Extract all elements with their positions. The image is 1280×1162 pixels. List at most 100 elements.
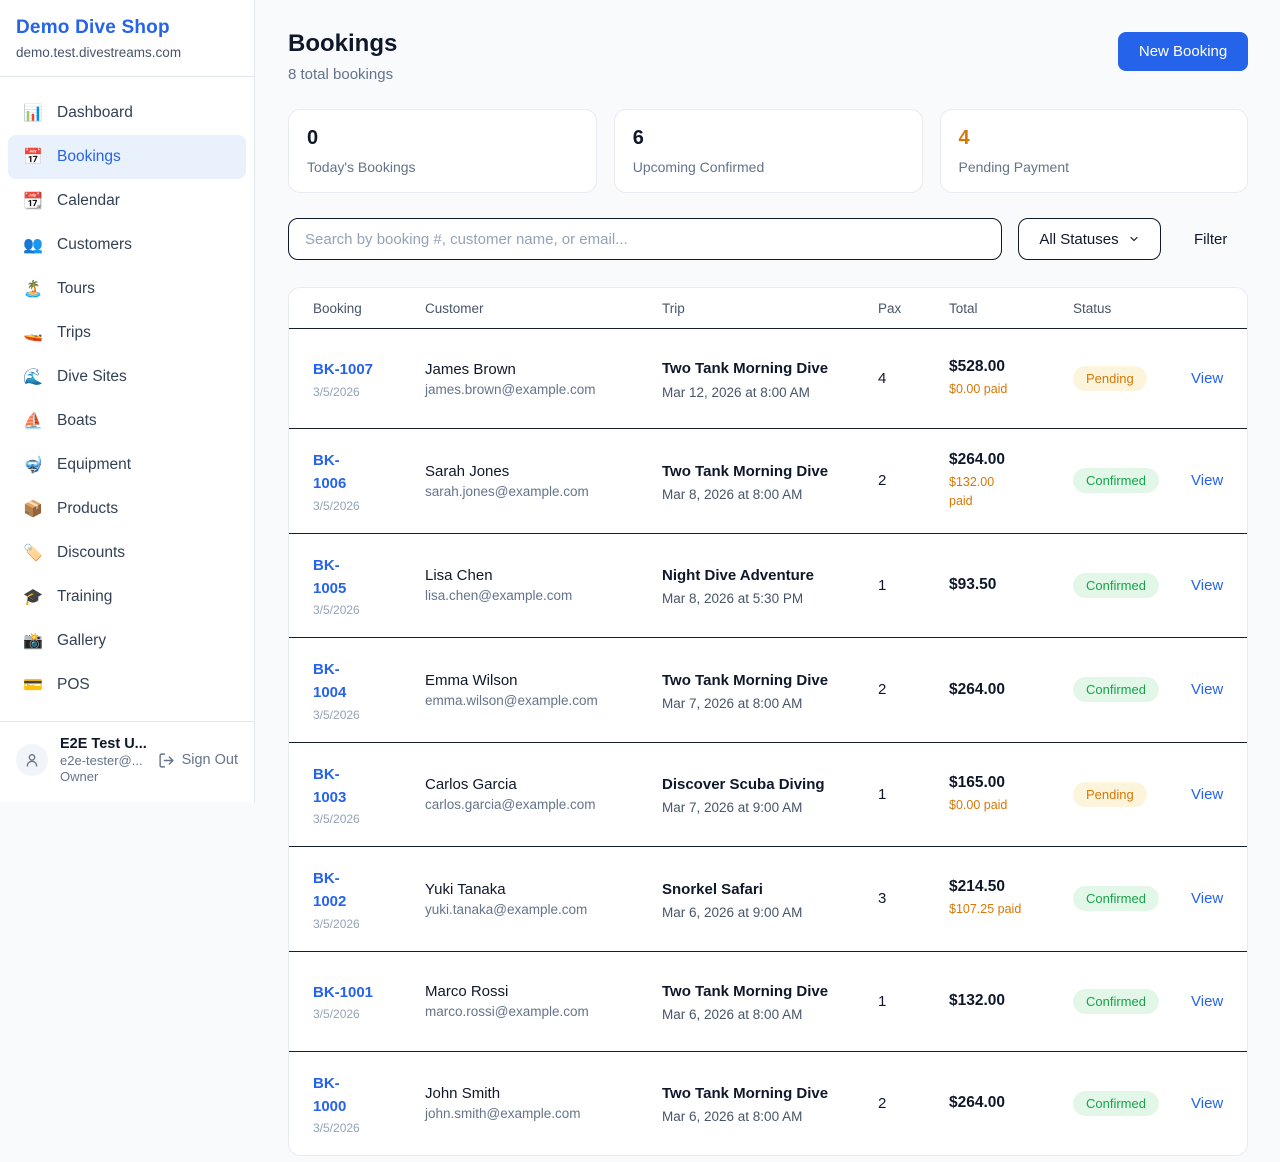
view-link[interactable]: View xyxy=(1191,472,1223,489)
status-badge: Confirmed xyxy=(1073,886,1159,911)
total-cell: $264.00 xyxy=(949,681,1073,699)
trip-cell: Two Tank Morning Dive Mar 7, 2026 at 8:0… xyxy=(662,669,878,711)
sidebar-item-trips[interactable]: 🚤 Trips xyxy=(8,311,246,355)
sidebar-item-training[interactable]: 🎓 Training xyxy=(8,575,246,619)
total-amount: $528.00 xyxy=(949,358,1073,376)
person-icon xyxy=(24,752,40,768)
sidebar-item-dashboard[interactable]: 📊 Dashboard xyxy=(8,91,246,135)
column-header-customer: Customer xyxy=(425,301,662,316)
trip-datetime: Mar 6, 2026 at 9:00 AM xyxy=(662,905,878,920)
page-header: Bookings 8 total bookings New Booking xyxy=(288,30,1248,83)
view-link[interactable]: View xyxy=(1191,1095,1223,1112)
sidebar-item-label: Discounts xyxy=(57,544,125,562)
pax-cell: 2 xyxy=(878,1095,949,1112)
bookings-table: BookingCustomerTripPaxTotalStatus BK-100… xyxy=(288,287,1248,1156)
sidebar-item-customers[interactable]: 👥 Customers xyxy=(8,223,246,267)
pax-cell: 3 xyxy=(878,890,949,907)
sidebar-item-label: Dashboard xyxy=(57,104,133,122)
status-badge: Confirmed xyxy=(1073,573,1159,598)
view-link[interactable]: View xyxy=(1191,890,1223,907)
booking-cell: BK-1001 3/5/2026 xyxy=(313,981,425,1021)
sign-out-button[interactable]: Sign Out xyxy=(158,752,238,769)
trip-cell: Night Dive Adventure Mar 8, 2026 at 5:30… xyxy=(662,564,878,606)
status-badge: Confirmed xyxy=(1073,1091,1159,1116)
bar-chart-icon: 📊 xyxy=(22,103,44,123)
search-input[interactable] xyxy=(288,218,1002,260)
new-booking-button[interactable]: New Booking xyxy=(1118,32,1248,71)
sidebar-item-equipment[interactable]: 🤿 Equipment xyxy=(8,443,246,487)
trip-cell: Two Tank Morning Dive Mar 12, 2026 at 8:… xyxy=(662,357,878,399)
sidebar-item-calendar[interactable]: 📆 Calendar xyxy=(8,179,246,223)
sidebar-item-discounts[interactable]: 🏷️ Discounts xyxy=(8,531,246,575)
pax-cell: 1 xyxy=(878,786,949,803)
status-badge: Pending xyxy=(1073,782,1147,807)
trip-cell: Two Tank Morning Dive Mar 6, 2026 at 8:0… xyxy=(662,1082,878,1124)
sidebar-item-bookings[interactable]: 📅 Bookings xyxy=(8,135,246,179)
booking-id-link[interactable]: BK-1006 xyxy=(313,449,425,496)
user-info: E2E Test U... e2e-tester@... Owner xyxy=(60,736,146,784)
avatar xyxy=(16,744,48,776)
sidebar-item-pos[interactable]: 💳 POS xyxy=(8,663,246,707)
booking-id-link[interactable]: BK-1003 xyxy=(313,763,425,810)
customer-cell: Yuki Tanaka yuki.tanaka@example.com xyxy=(425,881,662,917)
paid-amount: $107.25 paid xyxy=(949,900,1031,919)
status-badge: Pending xyxy=(1073,366,1147,391)
sidebar-item-products[interactable]: 📦 Products xyxy=(8,487,246,531)
user-name: E2E Test U... xyxy=(60,736,146,752)
status-select[interactable]: All Statuses xyxy=(1018,218,1161,260)
booking-date: 3/5/2026 xyxy=(313,603,425,617)
page-title-block: Bookings 8 total bookings xyxy=(288,30,397,83)
booking-date: 3/5/2026 xyxy=(313,499,425,513)
stat-value: 6 xyxy=(633,127,904,150)
customer-name: John Smith xyxy=(425,1085,662,1102)
stat-value: 0 xyxy=(307,127,578,150)
total-amount: $165.00 xyxy=(949,774,1073,792)
trip-datetime: Mar 6, 2026 at 8:00 AM xyxy=(662,1007,878,1022)
sidebar-item-boats[interactable]: ⛵ Boats xyxy=(8,399,246,443)
booking-cell: BK-1007 3/5/2026 xyxy=(313,358,425,398)
sidebar-item-label: Trips xyxy=(57,324,91,342)
view-link[interactable]: View xyxy=(1191,786,1223,803)
table-row: BK-1006 3/5/2026 Sarah Jones sarah.jones… xyxy=(289,429,1247,534)
booking-id-link[interactable]: BK-1002 xyxy=(313,867,425,914)
status-badge: Confirmed xyxy=(1073,989,1159,1014)
trip-name: Two Tank Morning Dive xyxy=(662,1082,832,1105)
view-link[interactable]: View xyxy=(1191,993,1223,1010)
booking-id-link[interactable]: BK-1007 xyxy=(313,358,425,381)
camera-icon: 📸 xyxy=(22,631,44,651)
view-link[interactable]: View xyxy=(1191,681,1223,698)
sidebar-item-tours[interactable]: 🏝️ Tours xyxy=(8,267,246,311)
booking-date: 3/5/2026 xyxy=(313,1007,425,1021)
filter-button[interactable]: Filter xyxy=(1194,231,1227,248)
booking-date: 3/5/2026 xyxy=(313,917,425,931)
trip-datetime: Mar 12, 2026 at 8:00 AM xyxy=(662,385,878,400)
sign-out-label: Sign Out xyxy=(182,752,238,768)
booking-cell: BK-1005 3/5/2026 xyxy=(313,554,425,618)
view-link[interactable]: View xyxy=(1191,370,1223,387)
table-row: BK-1005 3/5/2026 Lisa Chen lisa.chen@exa… xyxy=(289,534,1247,639)
booking-cell: BK-1000 3/5/2026 xyxy=(313,1072,425,1136)
sidebar: Demo Dive Shop demo.test.divestreams.com… xyxy=(0,0,255,802)
booking-cell: BK-1003 3/5/2026 xyxy=(313,763,425,827)
status-badge: Confirmed xyxy=(1073,677,1159,702)
booking-id-link[interactable]: BK-1004 xyxy=(313,658,425,705)
column-header-pax: Pax xyxy=(878,301,949,316)
table-row: BK-1007 3/5/2026 James Brown james.brown… xyxy=(289,329,1247,429)
diving-mask-icon: 🤿 xyxy=(22,455,44,475)
sidebar-item-dive-sites[interactable]: 🌊 Dive Sites xyxy=(8,355,246,399)
sidebar-item-label: Gallery xyxy=(57,632,106,650)
booking-id-link[interactable]: BK-1000 xyxy=(313,1072,425,1119)
main-content: Bookings 8 total bookings New Booking 0 … xyxy=(255,0,1280,1156)
shop-header: Demo Dive Shop demo.test.divestreams.com xyxy=(0,0,254,77)
table-row: BK-1000 3/5/2026 John Smith john.smith@e… xyxy=(289,1052,1247,1156)
booking-id-link[interactable]: BK-1005 xyxy=(313,554,425,601)
pax-cell: 4 xyxy=(878,370,949,387)
sidebar-item-gallery[interactable]: 📸 Gallery xyxy=(8,619,246,663)
customer-email: marco.rossi@example.com xyxy=(425,1004,662,1019)
booking-date: 3/5/2026 xyxy=(313,812,425,826)
trip-datetime: Mar 6, 2026 at 8:00 AM xyxy=(662,1109,878,1124)
column-header-trip: Trip xyxy=(662,301,878,316)
view-link[interactable]: View xyxy=(1191,577,1223,594)
booking-id-link[interactable]: BK-1001 xyxy=(313,981,425,1004)
total-amount: $264.00 xyxy=(949,1094,1073,1112)
